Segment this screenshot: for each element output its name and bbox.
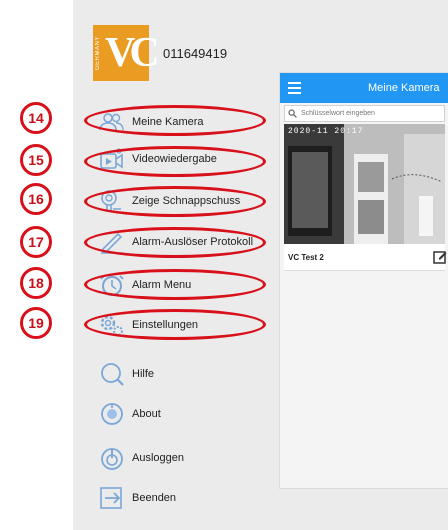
menu-label: Beenden	[132, 492, 177, 504]
menu-item-hilfe[interactable]: Hilfe	[99, 360, 154, 388]
app-bar: Meine Kamera	[280, 73, 448, 103]
camera-timestamp: 2020-11 20:17	[288, 127, 364, 136]
edit-icon[interactable]	[433, 250, 447, 264]
app-title: Meine Kamera	[368, 82, 440, 94]
annotation-oval-17	[84, 227, 266, 258]
search-icon	[288, 109, 297, 118]
menu-item-about[interactable]: About	[99, 400, 161, 428]
hamburger-menu-icon[interactable]	[288, 82, 301, 94]
user-id: 011649419	[163, 46, 228, 61]
annotation-oval-14	[84, 105, 266, 136]
logo-text: VC	[105, 30, 160, 76]
annotation-oval-15	[84, 146, 266, 177]
annotation-oval-18	[84, 269, 266, 300]
about-icon	[99, 401, 125, 427]
annotation-number-17: 17	[20, 226, 52, 258]
exit-icon	[99, 485, 125, 511]
power-icon	[99, 445, 125, 471]
search-field[interactable]: Schlüsselwort eingeben	[284, 105, 445, 122]
camera-snapshot[interactable]: 2020-11 20:17	[284, 124, 445, 244]
annotation-number-15: 15	[20, 144, 52, 176]
help-icon	[99, 361, 125, 387]
vc-logo: GERMANY VC	[93, 25, 160, 81]
annotation-number-14: 14	[20, 102, 52, 134]
annotation-number-19: 19	[20, 307, 52, 339]
annotation-oval-19	[84, 309, 266, 340]
menu-label: Ausloggen	[132, 452, 184, 464]
menu-item-beenden[interactable]: Beenden	[99, 484, 176, 512]
menu-label: Hilfe	[132, 368, 155, 380]
menu-item-ausloggen[interactable]: Ausloggen	[99, 444, 184, 472]
menu-label: About	[132, 408, 161, 420]
logo-subtext: GERMANY	[95, 36, 101, 70]
camera-list-item[interactable]: VC Test 2	[284, 244, 447, 271]
app-preview-panel: Meine Kamera Schlüsselwort eingeben 2020…	[279, 72, 448, 489]
annotation-oval-16	[84, 186, 266, 217]
annotation-number-16: 16	[20, 183, 52, 215]
search-placeholder: Schlüsselwort eingeben	[301, 110, 375, 117]
camera-name: VC Test 2	[288, 253, 324, 262]
annotation-number-18: 18	[20, 267, 52, 299]
